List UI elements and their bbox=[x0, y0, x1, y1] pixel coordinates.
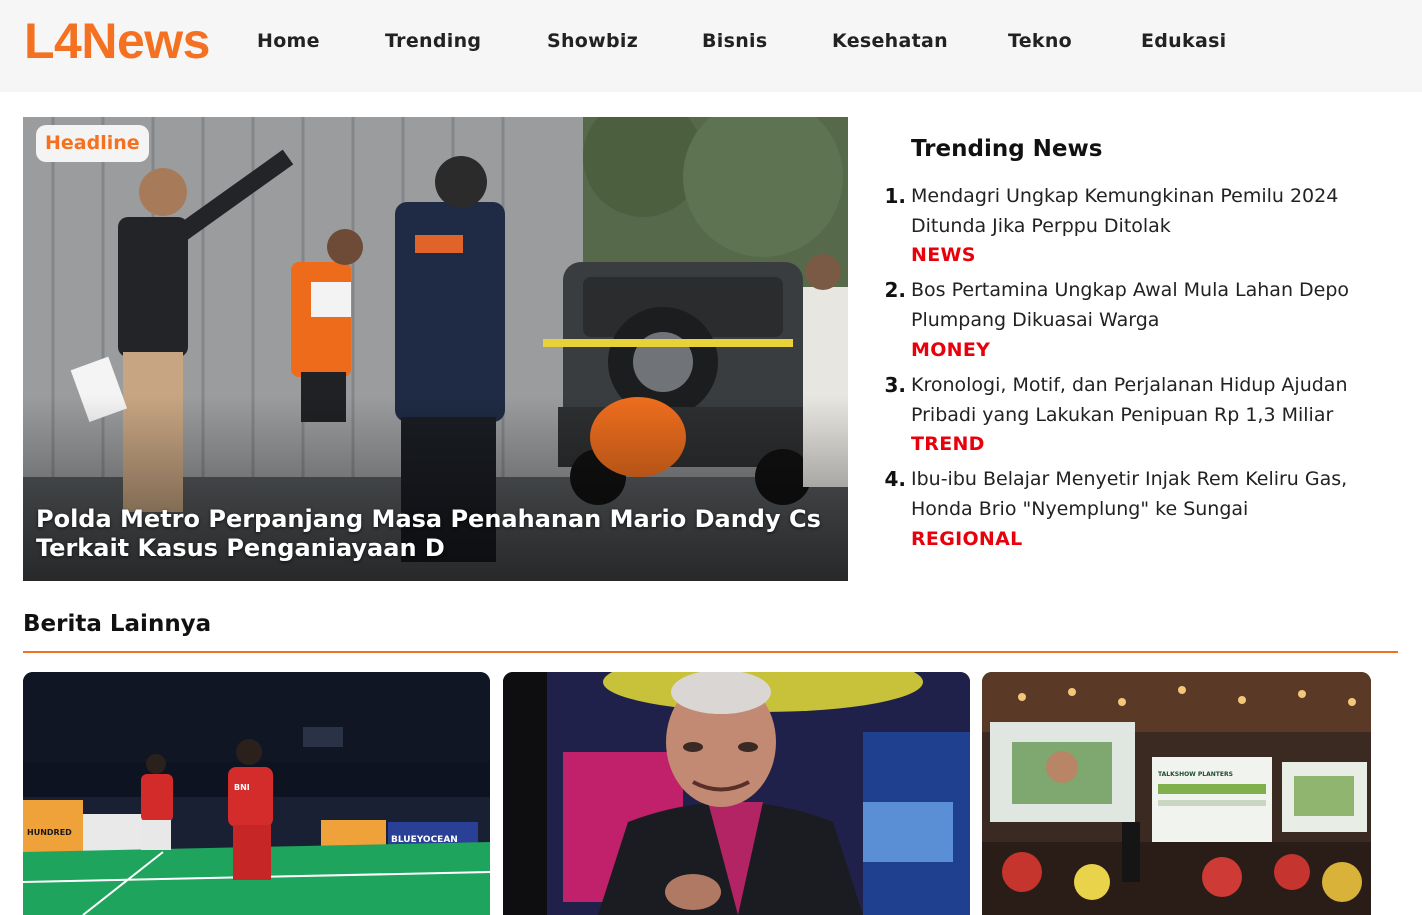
trending-item-title[interactable]: Bos Pertamina Ungkap Awal Mula Lahan Dep… bbox=[911, 275, 1401, 335]
trending-item-number: 3. bbox=[884, 373, 906, 397]
more-news-heading: Berita Lainnya bbox=[23, 611, 212, 637]
trending-item-category[interactable]: REGIONAL bbox=[911, 524, 1023, 554]
headline-article[interactable]: Headline Polda Metro Perpanjang Masa Pen… bbox=[23, 117, 848, 581]
trending-item-title[interactable]: Ibu-ibu Belajar Menyetir Injak Rem Kelir… bbox=[911, 464, 1401, 524]
nav-showbiz[interactable]: Showbiz bbox=[547, 28, 638, 54]
site-logo[interactable]: L4News bbox=[24, 12, 210, 70]
news-card-image: TALKSHOW PLANTERS bbox=[982, 672, 1371, 915]
news-card-3[interactable]: TALKSHOW PLANTERS bbox=[982, 672, 1371, 915]
board-text-bni: BNI bbox=[234, 783, 250, 792]
nav-edukasi[interactable]: Edukasi bbox=[1141, 28, 1227, 54]
nav-bisnis[interactable]: Bisnis bbox=[702, 28, 767, 54]
nav-kesehatan[interactable]: Kesehatan bbox=[832, 28, 948, 54]
trending-item-number: 1. bbox=[884, 184, 906, 208]
headline-badge: Headline bbox=[36, 125, 149, 162]
trending-item-number: 4. bbox=[884, 467, 906, 491]
nav-trending[interactable]: Trending bbox=[385, 28, 481, 54]
trending-item-category[interactable]: MONEY bbox=[911, 335, 990, 365]
trending-item-category[interactable]: NEWS bbox=[911, 240, 976, 270]
trending-heading: Trending News bbox=[911, 136, 1103, 162]
news-card-2[interactable] bbox=[503, 672, 970, 915]
trending-item-number: 2. bbox=[884, 278, 906, 302]
trending-item-title[interactable]: Mendagri Ungkap Kemungkinan Pemilu 2024 … bbox=[911, 181, 1401, 241]
nav-home[interactable]: Home bbox=[257, 28, 320, 54]
news-card-image: HUNDRED BLUEYOCEAN BNI bbox=[23, 672, 490, 915]
section-divider bbox=[23, 651, 1398, 653]
board-text-hundred: HUNDRED bbox=[27, 828, 72, 837]
trending-item-title[interactable]: Kronologi, Motif, dan Perjalanan Hidup A… bbox=[911, 370, 1401, 430]
news-card-image bbox=[503, 672, 970, 915]
headline-title[interactable]: Polda Metro Perpanjang Masa Penahanan Ma… bbox=[36, 505, 826, 563]
banner-text-talkshow: TALKSHOW PLANTERS bbox=[1158, 771, 1233, 778]
nav-tekno[interactable]: Tekno bbox=[1008, 28, 1072, 54]
top-navbar: L4News Home Trending Showbiz Bisnis Kese… bbox=[0, 0, 1422, 92]
news-card-1[interactable]: HUNDRED BLUEYOCEAN BNI bbox=[23, 672, 490, 915]
trending-item-category[interactable]: TREND bbox=[911, 429, 985, 459]
